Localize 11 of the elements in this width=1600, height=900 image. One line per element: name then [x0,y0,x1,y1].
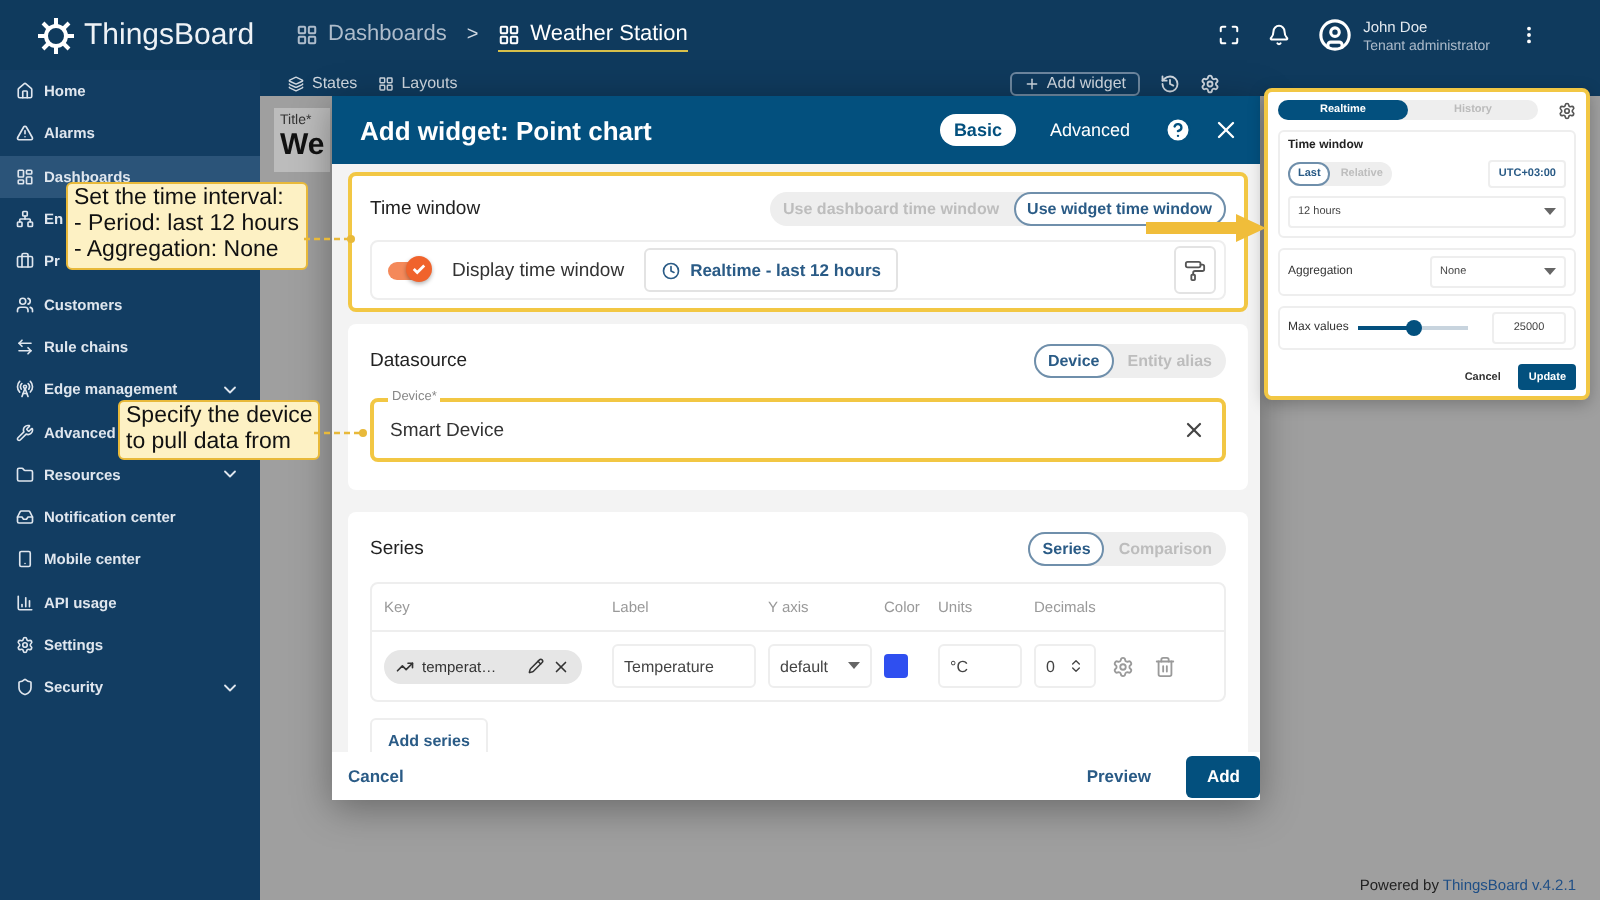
dashboard-title: We [280,128,327,162]
breadcrumb-separator: > [466,24,479,46]
brand-name: ThingsBoard [84,18,255,52]
section-title: Datasource [370,350,468,372]
field-value: Smart Device [390,419,507,441]
section-title: Series [370,538,424,560]
dialog-title: Add widget: Point chart [360,115,654,145]
callout-tooltip: Specify the device to pull data from [118,400,321,461]
section-title: Time window [370,198,481,220]
callout-tooltip: Set the time interval: - Period: last 12 hours - Aggregation: None [66,182,308,270]
toggle-label: Display time window [452,259,625,281]
